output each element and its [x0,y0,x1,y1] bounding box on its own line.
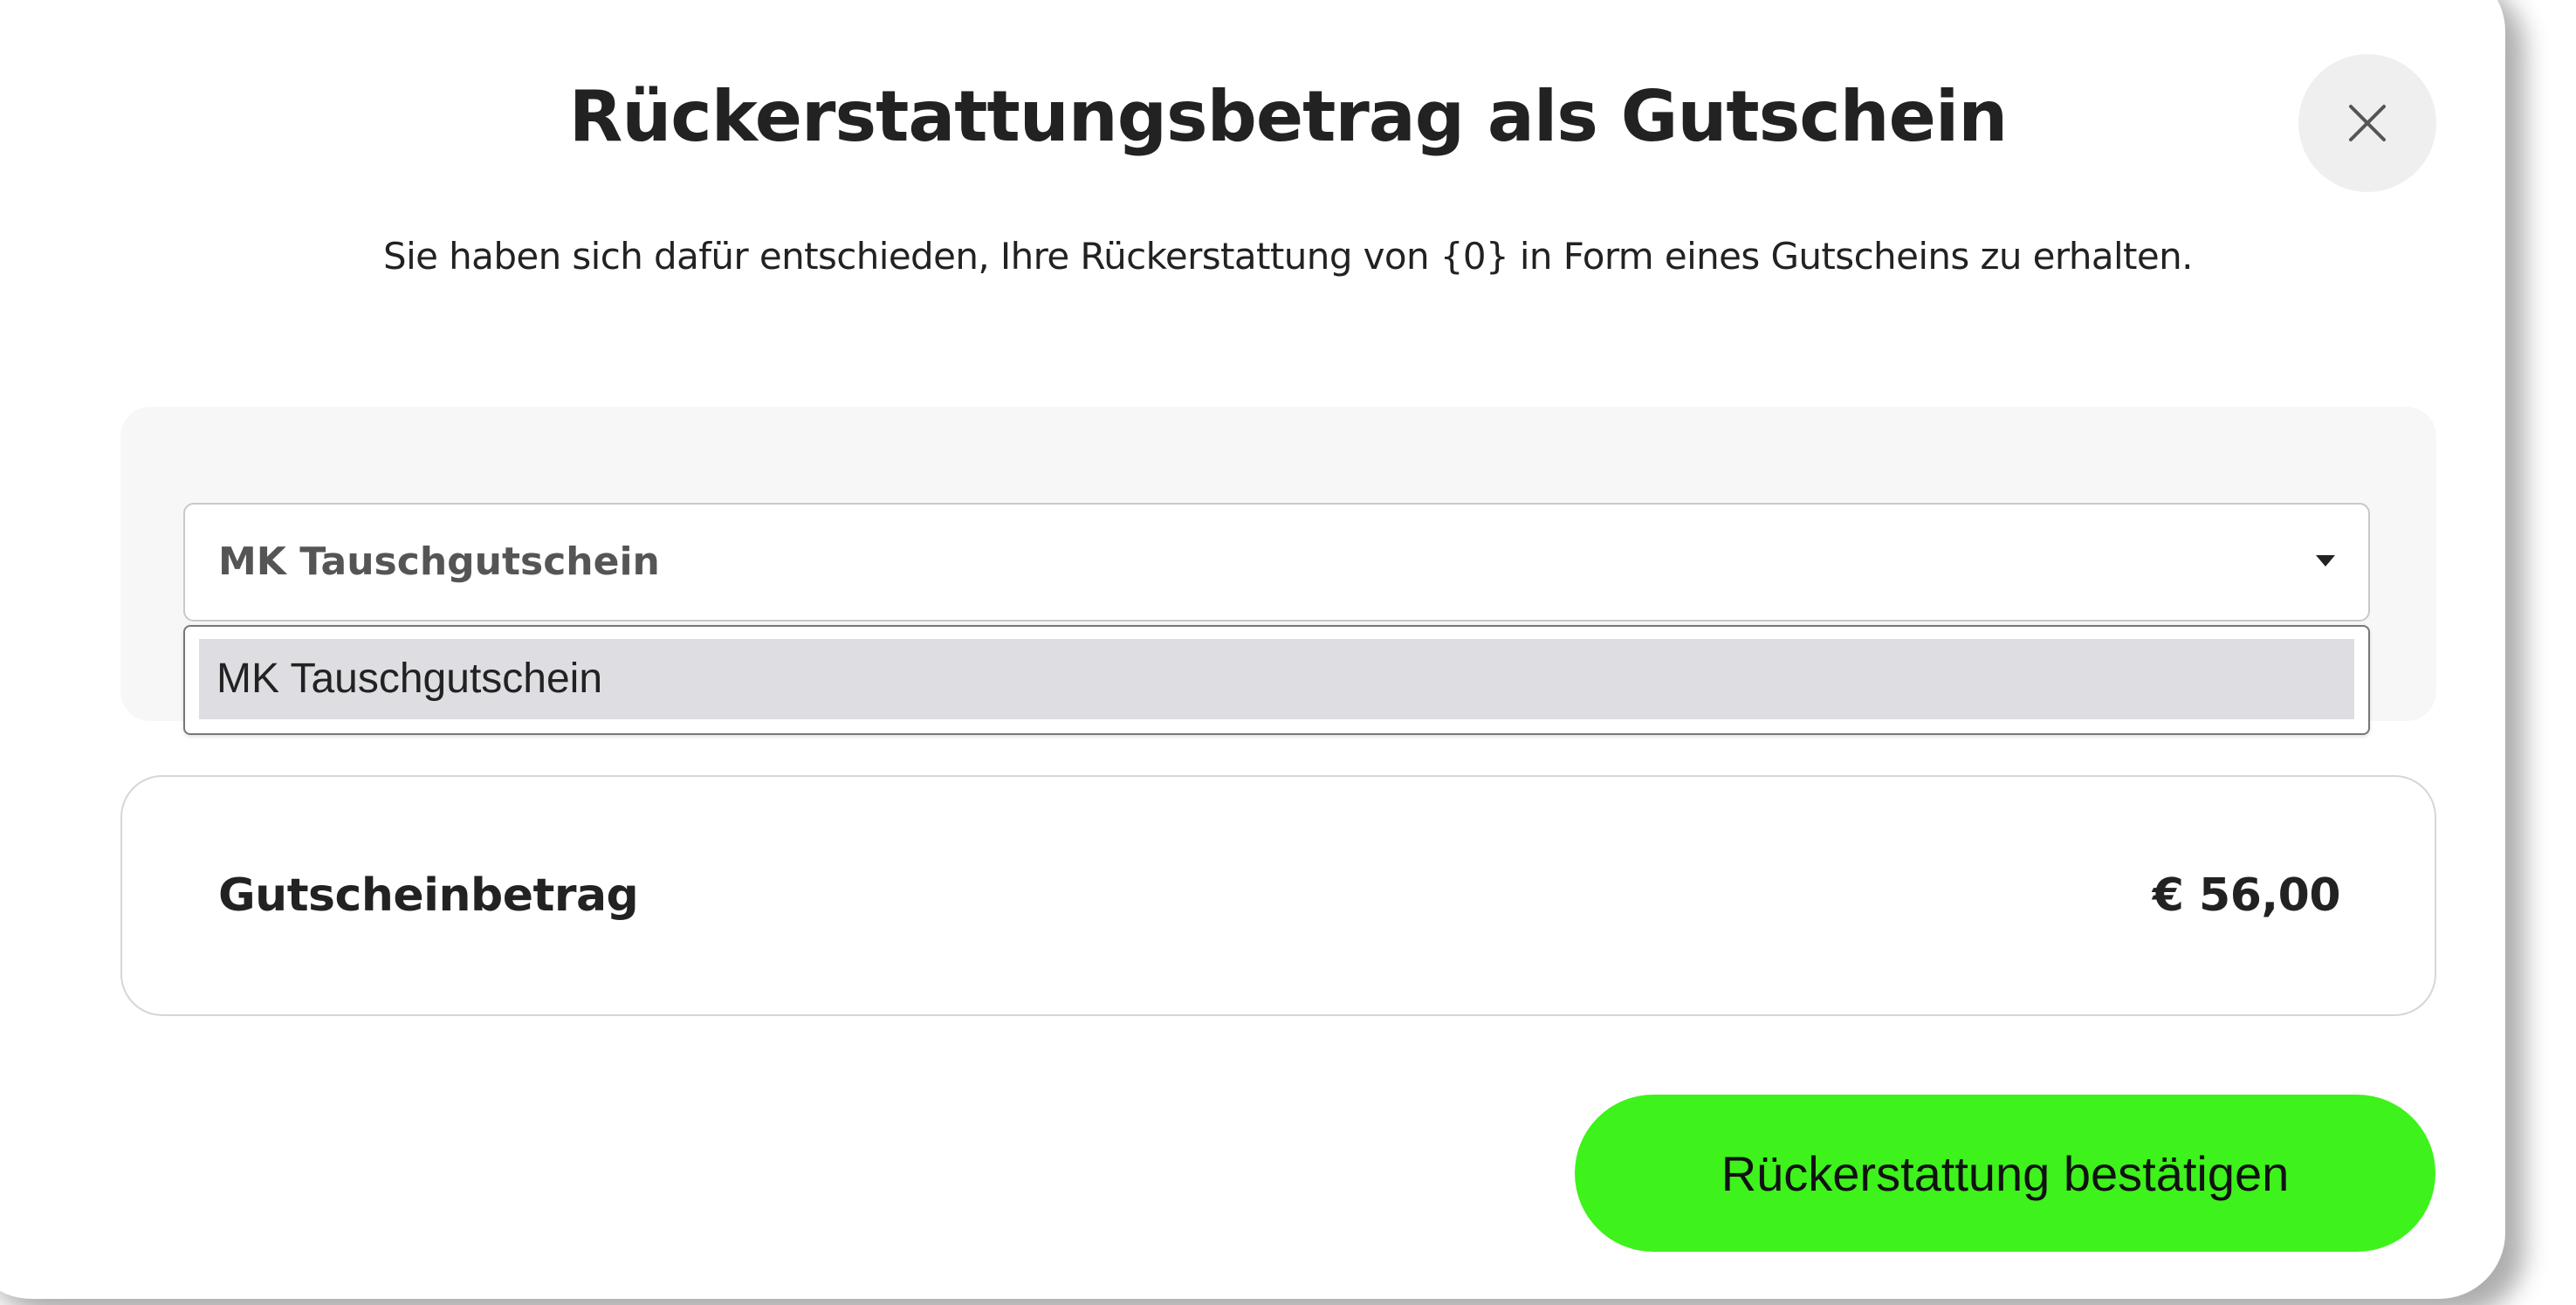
voucher-amount-card: Gutscheinbetrag € 56,00 [120,775,2436,1016]
close-icon [2347,103,2387,143]
confirm-refund-button[interactable]: Rückerstattung bestätigen [1575,1095,2435,1252]
caret-down-icon [2316,555,2335,567]
voucher-amount-label: Gutscheinbetrag [218,777,638,1014]
confirm-refund-label: Rückerstattung bestätigen [1721,1145,2290,1202]
dialog-subtitle: Sie haben sich dafür entschieden, Ihre R… [0,230,2576,283]
voucher-dropdown-list: MK Tauschgutschein [183,625,2370,735]
voucher-option[interactable]: MK Tauschgutschein [199,639,2354,719]
dialog-title: Rückerstattungsbetrag als Gutschein [0,73,2576,161]
page: Rückerstattungsbetrag als Gutschein Sie … [0,0,2576,1305]
close-button[interactable] [2298,54,2436,192]
voucher-select-value: MK Tauschgutschein [218,505,660,620]
voucher-amount-value: € 56,00 [2153,777,2340,1014]
voucher-option-label: MK Tauschgutschein [216,639,602,719]
voucher-type-select[interactable]: MK Tauschgutschein [183,503,2370,622]
